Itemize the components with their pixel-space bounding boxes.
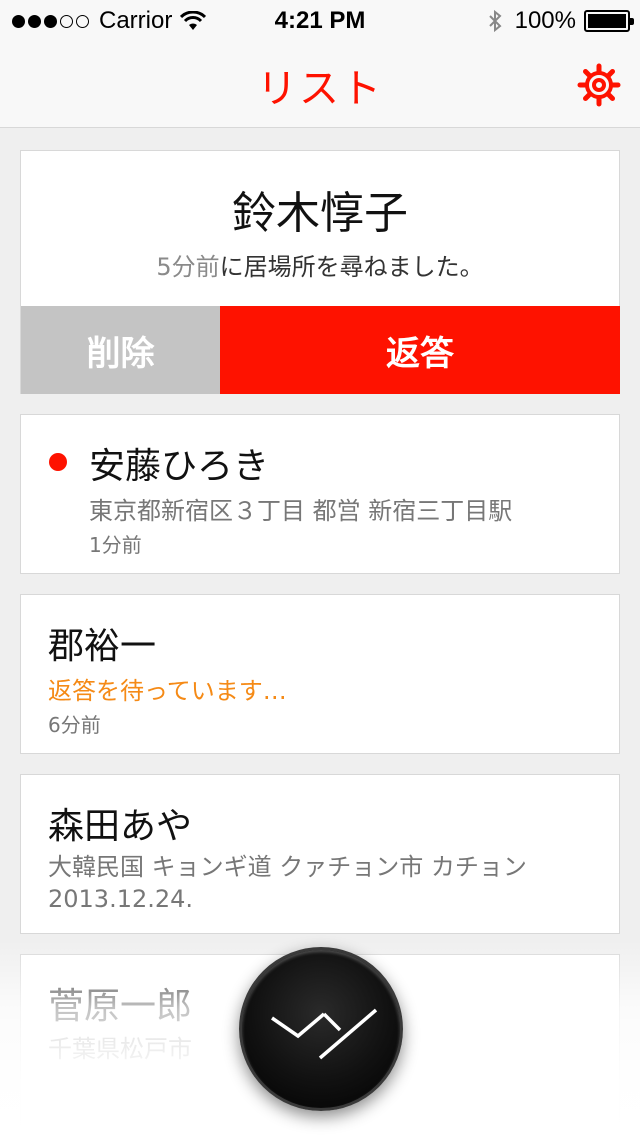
request-ago: 5分前 xyxy=(156,253,220,281)
battery-icon xyxy=(584,10,634,32)
contact-time: 2013.12.24. xyxy=(48,885,194,913)
nav-bar: リスト xyxy=(0,40,640,128)
list-item[interactable]: 森田あや 大韓民国 キョンギ道 クァチョン市 カチョン 2013.12.24. xyxy=(20,774,620,934)
contact-time: 1分前 xyxy=(89,533,142,557)
request-text: に居場所を尋ねました。 xyxy=(219,253,484,281)
list-item[interactable]: 安藤ひろき 東京都新宿区３丁目 都営 新宿三丁目駅 1分前 xyxy=(20,414,620,574)
status-right: 100% xyxy=(487,7,634,35)
list-item[interactable]: 郡裕一 返答を待っています… 6分前 xyxy=(20,594,620,754)
unread-indicator xyxy=(49,453,67,471)
bluetooth-icon xyxy=(488,9,502,33)
contact-time: 6分前 xyxy=(48,713,101,737)
status-bar: Carrior 4:21 PM 100% xyxy=(0,0,640,40)
contact-name: 森田あや xyxy=(48,806,193,847)
main-action-button[interactable] xyxy=(239,947,403,1111)
reply-button[interactable]: 返答 xyxy=(220,306,620,394)
logo-icon xyxy=(271,1008,378,1060)
battery-percent: 100% xyxy=(514,7,576,34)
contact-location: 千葉県松戸市 xyxy=(48,1035,192,1063)
contact-status: 返答を待っています… xyxy=(48,677,287,705)
delete-button[interactable]: 削除 xyxy=(21,306,220,394)
gear-icon[interactable] xyxy=(576,62,622,108)
contact-name: 安藤ひろき xyxy=(89,446,270,487)
contact-location: 東京都新宿区３丁目 都営 新宿三丁目駅 xyxy=(89,497,513,525)
page-title: リスト xyxy=(257,66,383,112)
request-message: 5分前に居場所を尋ねました。 xyxy=(21,247,619,282)
contact-name: 菅原一郎 xyxy=(48,986,193,1027)
contact-location: 大韓民国 キョンギ道 クァチョン市 カチョン xyxy=(48,853,527,881)
contact-name: 郡裕一 xyxy=(48,626,157,667)
request-name: 鈴木惇子 xyxy=(232,188,408,239)
request-card: 鈴木惇子 5分前に居場所を尋ねました。 削除 返答 xyxy=(20,150,620,394)
